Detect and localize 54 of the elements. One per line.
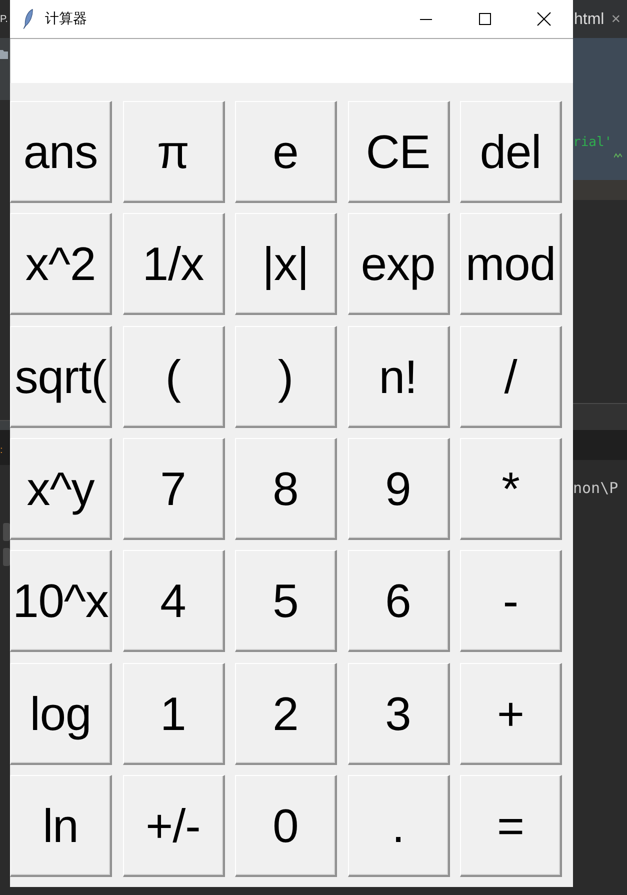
key-button[interactable]: (	[122, 326, 224, 428]
minimize-icon	[420, 18, 432, 20]
key-button[interactable]: 7	[122, 438, 224, 540]
key-button[interactable]: e	[235, 101, 337, 203]
panel-header	[0, 420, 10, 430]
key-button[interactable]: π	[122, 101, 224, 203]
tab-title[interactable]: P.	[0, 14, 8, 26]
key-button[interactable]: 1/x	[122, 213, 224, 316]
grip-icon	[3, 548, 10, 566]
window-title: 计算器	[45, 10, 87, 28]
squiggle-icon	[614, 153, 622, 158]
key-button[interactable]: |x|	[235, 213, 337, 316]
key-button[interactable]: exp	[348, 213, 450, 316]
maximize-icon	[478, 13, 490, 25]
code-text: rial'	[573, 136, 612, 150]
key-button[interactable]: =	[460, 774, 562, 877]
tab-title[interactable]: html	[574, 11, 604, 29]
key-button[interactable]: ln	[10, 774, 112, 877]
display-field[interactable]	[10, 39, 573, 83]
key-button[interactable]: 8	[235, 438, 337, 540]
key-button[interactable]: 3	[348, 662, 450, 765]
key-button[interactable]: *	[460, 438, 562, 540]
key-button[interactable]: 1	[122, 662, 224, 765]
key-button[interactable]: +/-	[122, 774, 224, 877]
key-button[interactable]: del	[460, 101, 562, 203]
folder-icon	[0, 49, 8, 59]
key-button[interactable]: +	[460, 662, 562, 765]
key-button[interactable]: /	[460, 326, 562, 428]
key-button[interactable]: 9	[348, 438, 450, 540]
key-button[interactable]: x^y	[10, 438, 112, 540]
feather-icon	[23, 9, 33, 29]
key-button[interactable]: log	[10, 662, 112, 765]
gutter-text: :	[0, 445, 2, 457]
key-button[interactable]: x^2	[10, 213, 112, 316]
key-button[interactable]: 0	[235, 774, 337, 877]
terminal-text: non\P	[573, 479, 618, 497]
editor-strip	[573, 180, 627, 200]
key-button[interactable]: )	[235, 326, 337, 428]
key-button[interactable]: ans	[10, 101, 112, 203]
key-button[interactable]: -	[460, 550, 562, 652]
key-button[interactable]: 4	[122, 550, 224, 652]
panel-header	[573, 403, 627, 430]
key-button[interactable]: 6	[348, 550, 450, 652]
grip-icon	[3, 523, 10, 541]
key-button[interactable]: 5	[235, 550, 337, 652]
key-button[interactable]: sqrt(	[10, 326, 112, 428]
close-icon	[536, 12, 550, 26]
tab-close-button[interactable]: ×	[611, 11, 621, 29]
key-button[interactable]: 10^x	[10, 550, 112, 652]
key-button[interactable]: CE	[348, 101, 450, 203]
key-button[interactable]: n!	[348, 326, 450, 428]
key-button[interactable]: mod	[460, 213, 562, 316]
key-button[interactable]: 2	[235, 662, 337, 765]
key-button[interactable]: .	[348, 774, 450, 877]
